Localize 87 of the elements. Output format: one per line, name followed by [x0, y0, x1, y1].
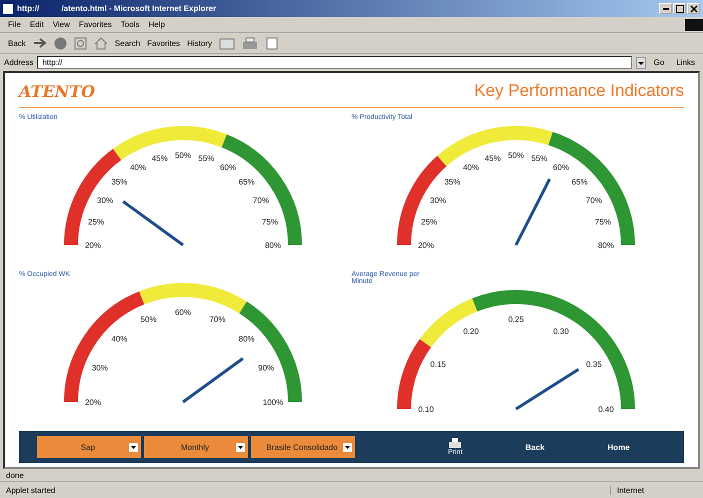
toolbar-button[interactable]: Favorites — [147, 38, 180, 48]
maximize-button[interactable] — [673, 3, 686, 14]
maximize-icon — [676, 4, 684, 12]
tick-label: 70% — [252, 196, 269, 205]
tick-label: 20% — [85, 241, 101, 250]
page-title: Key Performance Indicators — [474, 81, 684, 101]
menu-item[interactable]: File — [8, 20, 21, 29]
stop-icon[interactable] — [54, 36, 67, 50]
tick-label: 70% — [209, 314, 226, 324]
tick-label: 50% — [175, 151, 191, 160]
tick-label: 0.20 — [462, 327, 478, 336]
close-icon — [690, 4, 698, 12]
gauge-needle — [514, 178, 550, 246]
menu-item[interactable]: Edit — [30, 20, 44, 29]
status-text: Applet started — [6, 486, 56, 494]
menu-item[interactable]: Help — [148, 20, 165, 29]
tick-label: 40% — [111, 334, 128, 344]
tick-label: 25% — [420, 218, 437, 227]
tick-label: 35% — [111, 177, 128, 186]
toolbar-button[interactable]: History — [187, 38, 212, 48]
tick-label: 100% — [262, 398, 284, 407]
links-button[interactable]: Links — [672, 58, 699, 67]
tick-label: 55% — [530, 154, 547, 164]
menu-item[interactable]: View — [52, 20, 70, 29]
forward-icon[interactable] — [32, 37, 47, 49]
tick-label: 30% — [430, 196, 446, 205]
dropdown[interactable]: Sap — [37, 436, 141, 458]
menu-item[interactable]: Favorites — [78, 20, 112, 29]
toolbar-button[interactable]: Back — [8, 38, 26, 48]
address-label: Address — [4, 58, 34, 67]
tick-label: 40% — [130, 163, 146, 172]
status-text: done — [6, 470, 24, 480]
tick-label: 60% — [175, 308, 191, 317]
tick-label: 60% — [552, 163, 568, 172]
tick-label: 20% — [418, 241, 434, 250]
tick-label: 65% — [571, 177, 588, 186]
gauge-needle — [514, 368, 579, 410]
home-link[interactable]: Home — [608, 442, 630, 452]
tick-label: 75% — [262, 218, 278, 227]
tick-label: 0.40 — [598, 405, 614, 414]
tick-label: 80% — [265, 241, 281, 250]
dropdown[interactable]: Monthly — [144, 436, 248, 458]
dropdown-arrow-icon — [129, 442, 138, 452]
window-title: http:// /atento.html - Microsoft Internet Explorer — [17, 4, 218, 13]
tick-label: 30% — [97, 196, 114, 205]
printer-icon — [449, 438, 462, 449]
tick-label: 0.15 — [430, 360, 446, 369]
tick-label: 30% — [92, 364, 108, 373]
gauge-needle — [122, 200, 184, 246]
tick-label: 55% — [198, 154, 214, 164]
tick-label: 70% — [585, 196, 602, 205]
tick-label: 0.35 — [586, 360, 602, 369]
home-icon[interactable] — [94, 36, 108, 50]
tick-label: 65% — [238, 177, 255, 186]
menu-item[interactable]: Tools — [120, 20, 140, 29]
minimize-icon — [662, 8, 668, 10]
browser-icon — [3, 4, 13, 14]
tick-label: 25% — [88, 218, 104, 227]
tick-label: 80% — [238, 334, 255, 344]
zone-indicator: Internet — [610, 486, 697, 494]
close-button[interactable] — [687, 3, 700, 14]
dropdown-arrow-icon — [236, 442, 245, 452]
tick-label: 40% — [462, 163, 478, 172]
tick-label: 75% — [594, 218, 610, 227]
tick-label: 50% — [508, 151, 524, 160]
dropdown[interactable]: Brasile Consolidado — [251, 436, 355, 458]
tick-label: 90% — [258, 364, 274, 373]
tick-label: 45% — [484, 154, 500, 164]
tick-label: 60% — [220, 163, 236, 172]
gauge-needle — [182, 357, 244, 404]
refresh-icon[interactable] — [74, 36, 87, 50]
tick-label: 0.30 — [552, 327, 568, 336]
printer-icon[interactable] — [242, 36, 258, 50]
address-field[interactable]: http:// — [37, 56, 632, 69]
tick-label: 50% — [140, 314, 157, 324]
toolbar-button[interactable]: Search — [114, 38, 140, 48]
tick-label: 20% — [85, 398, 101, 407]
tick-label: 0.25 — [508, 315, 524, 324]
logo: ATENTO — [19, 82, 96, 100]
tick-label: 35% — [444, 177, 460, 186]
tick-label: 80% — [598, 241, 614, 250]
go-button[interactable]: Go — [650, 58, 668, 67]
minimize-button[interactable] — [659, 3, 672, 14]
tick-label: 0.10 — [418, 405, 434, 414]
back-link[interactable]: Back — [525, 442, 545, 452]
dropdown-arrow-icon — [343, 442, 352, 452]
tick-label: 45% — [152, 154, 168, 164]
